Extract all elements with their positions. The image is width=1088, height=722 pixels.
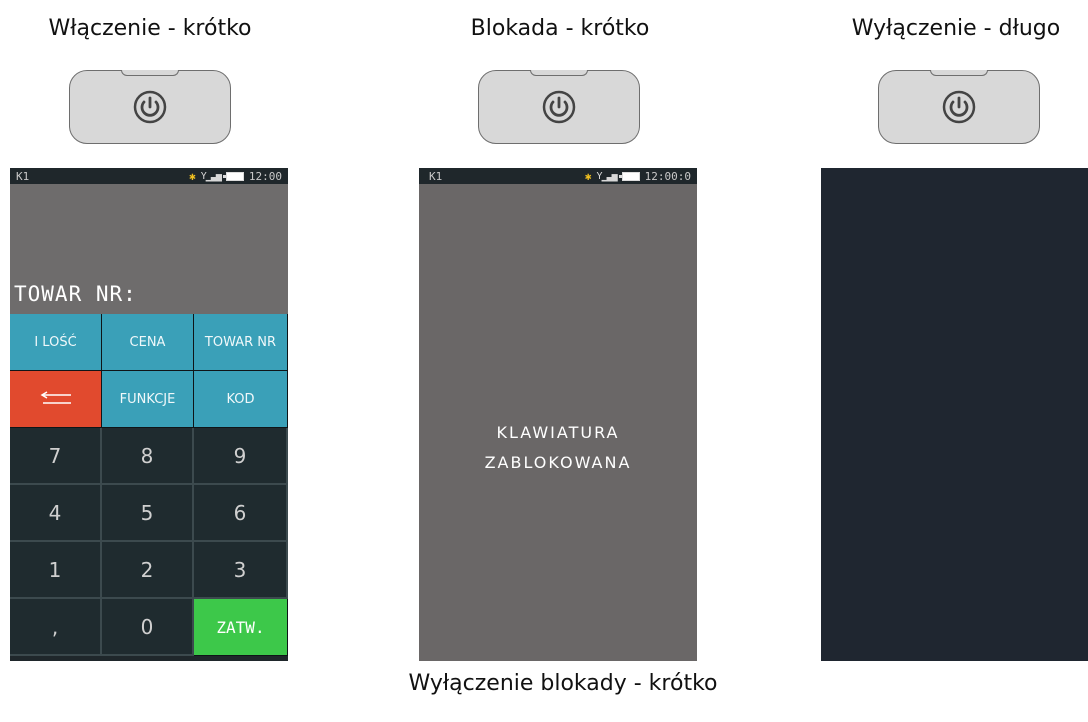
power-icon bbox=[133, 90, 167, 124]
caption-lock: Blokada - krótko bbox=[470, 16, 650, 41]
screen-off bbox=[821, 168, 1088, 661]
back-arrow-icon bbox=[40, 391, 71, 404]
key-8[interactable]: 8 bbox=[102, 428, 194, 485]
lock-message: KLAWIATURA ZABLOKOWANA bbox=[419, 418, 697, 478]
status-left-label: K1 bbox=[429, 169, 443, 183]
signal-icon: Y▁▃▅ bbox=[200, 170, 222, 182]
key-2[interactable]: 2 bbox=[102, 542, 194, 599]
display-label: TOWAR NR: bbox=[14, 282, 137, 306]
key-3[interactable]: 3 bbox=[194, 542, 288, 599]
power-icon bbox=[542, 90, 576, 124]
caption-power-on: Włączenie - krótko bbox=[48, 16, 252, 41]
caption-unlock: Wyłączenie blokady - krótko bbox=[408, 671, 718, 696]
lock-message-line2: ZABLOKOWANA bbox=[484, 453, 632, 472]
status-left-label: K1 bbox=[16, 169, 30, 183]
status-time: 12:00:0 bbox=[644, 169, 691, 183]
power-button-1[interactable] bbox=[69, 70, 231, 144]
keypad: I LOŚĆ CENA TOWAR NR FUNKCJE KOD 7 8 9 4… bbox=[10, 314, 288, 656]
button-notch bbox=[530, 70, 588, 76]
status-bar: K1 ✱ Y▁▃▅ 12:00 bbox=[10, 168, 288, 184]
key-quantity[interactable]: I LOŚĆ bbox=[10, 314, 102, 371]
lock-message-line1: KLAWIATURA bbox=[496, 423, 620, 442]
screen-main: K1 ✱ Y▁▃▅ 12:00 TOWAR NR: I LOŚĆ CENA TO… bbox=[10, 168, 288, 661]
key-functions[interactable]: FUNKCJE bbox=[102, 371, 194, 428]
key-6[interactable]: 6 bbox=[194, 485, 288, 542]
power-button-2[interactable] bbox=[478, 70, 640, 144]
key-0[interactable]: 0 bbox=[102, 599, 194, 656]
battery-icon bbox=[222, 171, 244, 181]
status-time: 12:00 bbox=[248, 169, 282, 183]
button-notch bbox=[121, 70, 179, 76]
power-icon bbox=[942, 90, 976, 124]
key-item-number[interactable]: TOWAR NR bbox=[194, 314, 288, 371]
key-confirm[interactable]: ZATW. bbox=[194, 599, 288, 656]
signal-icon: Y▁▃▅ bbox=[596, 170, 618, 182]
screen-locked: K1 ✱ Y▁▃▅ 12:00:0 KLAWIATURA ZABLOKOWANA bbox=[419, 168, 697, 661]
key-comma[interactable]: , bbox=[10, 599, 102, 656]
key-9[interactable]: 9 bbox=[194, 428, 288, 485]
power-button-3[interactable] bbox=[878, 70, 1040, 144]
battery-icon bbox=[618, 171, 640, 181]
key-code[interactable]: KOD bbox=[194, 371, 288, 428]
display-area: TOWAR NR: bbox=[10, 184, 288, 314]
key-4[interactable]: 4 bbox=[10, 485, 102, 542]
key-5[interactable]: 5 bbox=[102, 485, 194, 542]
bluetooth-icon: ✱ bbox=[189, 169, 196, 183]
key-back[interactable] bbox=[10, 371, 102, 428]
key-1[interactable]: 1 bbox=[10, 542, 102, 599]
key-price[interactable]: CENA bbox=[102, 314, 194, 371]
bluetooth-icon: ✱ bbox=[584, 169, 592, 183]
button-notch bbox=[930, 70, 988, 76]
caption-power-off: Wyłączenie - długo bbox=[851, 16, 1061, 41]
status-bar: K1 ✱ Y▁▃▅ 12:00:0 bbox=[419, 168, 697, 184]
key-7[interactable]: 7 bbox=[10, 428, 102, 485]
